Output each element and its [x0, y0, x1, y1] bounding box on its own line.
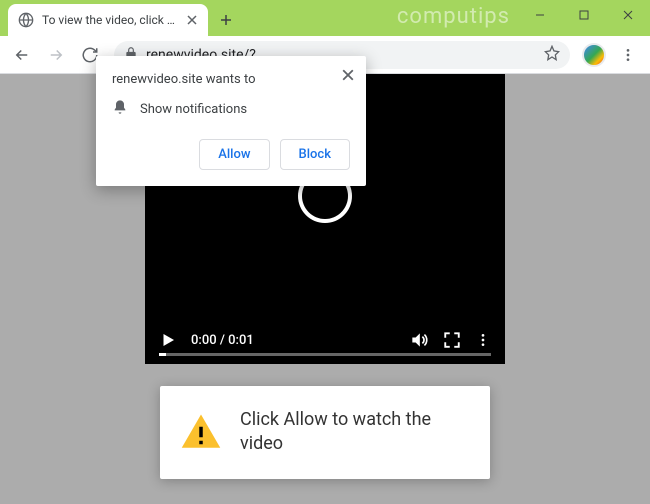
new-tab-button[interactable] — [212, 6, 240, 34]
window-controls — [518, 0, 650, 36]
watermark: computips — [397, 4, 510, 29]
minimize-button[interactable] — [518, 0, 562, 30]
profile-avatar[interactable] — [582, 43, 606, 67]
permission-label: Show notifications — [140, 102, 247, 117]
bell-icon — [112, 99, 128, 119]
volume-icon[interactable] — [409, 330, 429, 350]
play-icon[interactable] — [159, 331, 177, 349]
close-window-button[interactable] — [606, 0, 650, 30]
notification-permission-dialog: renewvideo.site wants to Show notificati… — [96, 56, 366, 186]
instruction-card: Click Allow to watch the video — [160, 386, 490, 479]
tab-title: To view the video, click the Allow — [42, 13, 176, 27]
video-time: 0:00 / 0:01 — [191, 333, 395, 348]
forward-button[interactable] — [40, 39, 72, 71]
permission-row: Show notifications — [112, 99, 350, 119]
instruction-text: Click Allow to watch the video — [240, 408, 470, 457]
kebab-menu-icon[interactable] — [612, 39, 644, 71]
globe-icon — [18, 12, 34, 28]
dialog-close-icon[interactable] — [342, 66, 354, 85]
allow-button[interactable]: Allow — [199, 139, 269, 170]
tab-close-icon[interactable] — [184, 12, 200, 28]
back-button[interactable] — [6, 39, 38, 71]
block-button[interactable]: Block — [280, 139, 350, 170]
video-controls: 0:00 / 0:01 — [145, 316, 505, 364]
warning-icon — [180, 411, 222, 453]
fullscreen-icon[interactable] — [443, 331, 461, 349]
video-menu-icon[interactable] — [475, 332, 491, 348]
maximize-button[interactable] — [562, 0, 606, 30]
bookmark-star-icon[interactable] — [544, 45, 560, 65]
dialog-title: renewvideo.site wants to — [112, 72, 350, 87]
video-progress-bar[interactable] — [159, 353, 491, 356]
browser-tab[interactable]: To view the video, click the Allow — [8, 4, 208, 36]
titlebar: To view the video, click the Allow compu… — [0, 0, 650, 36]
dialog-buttons: Allow Block — [112, 139, 350, 170]
